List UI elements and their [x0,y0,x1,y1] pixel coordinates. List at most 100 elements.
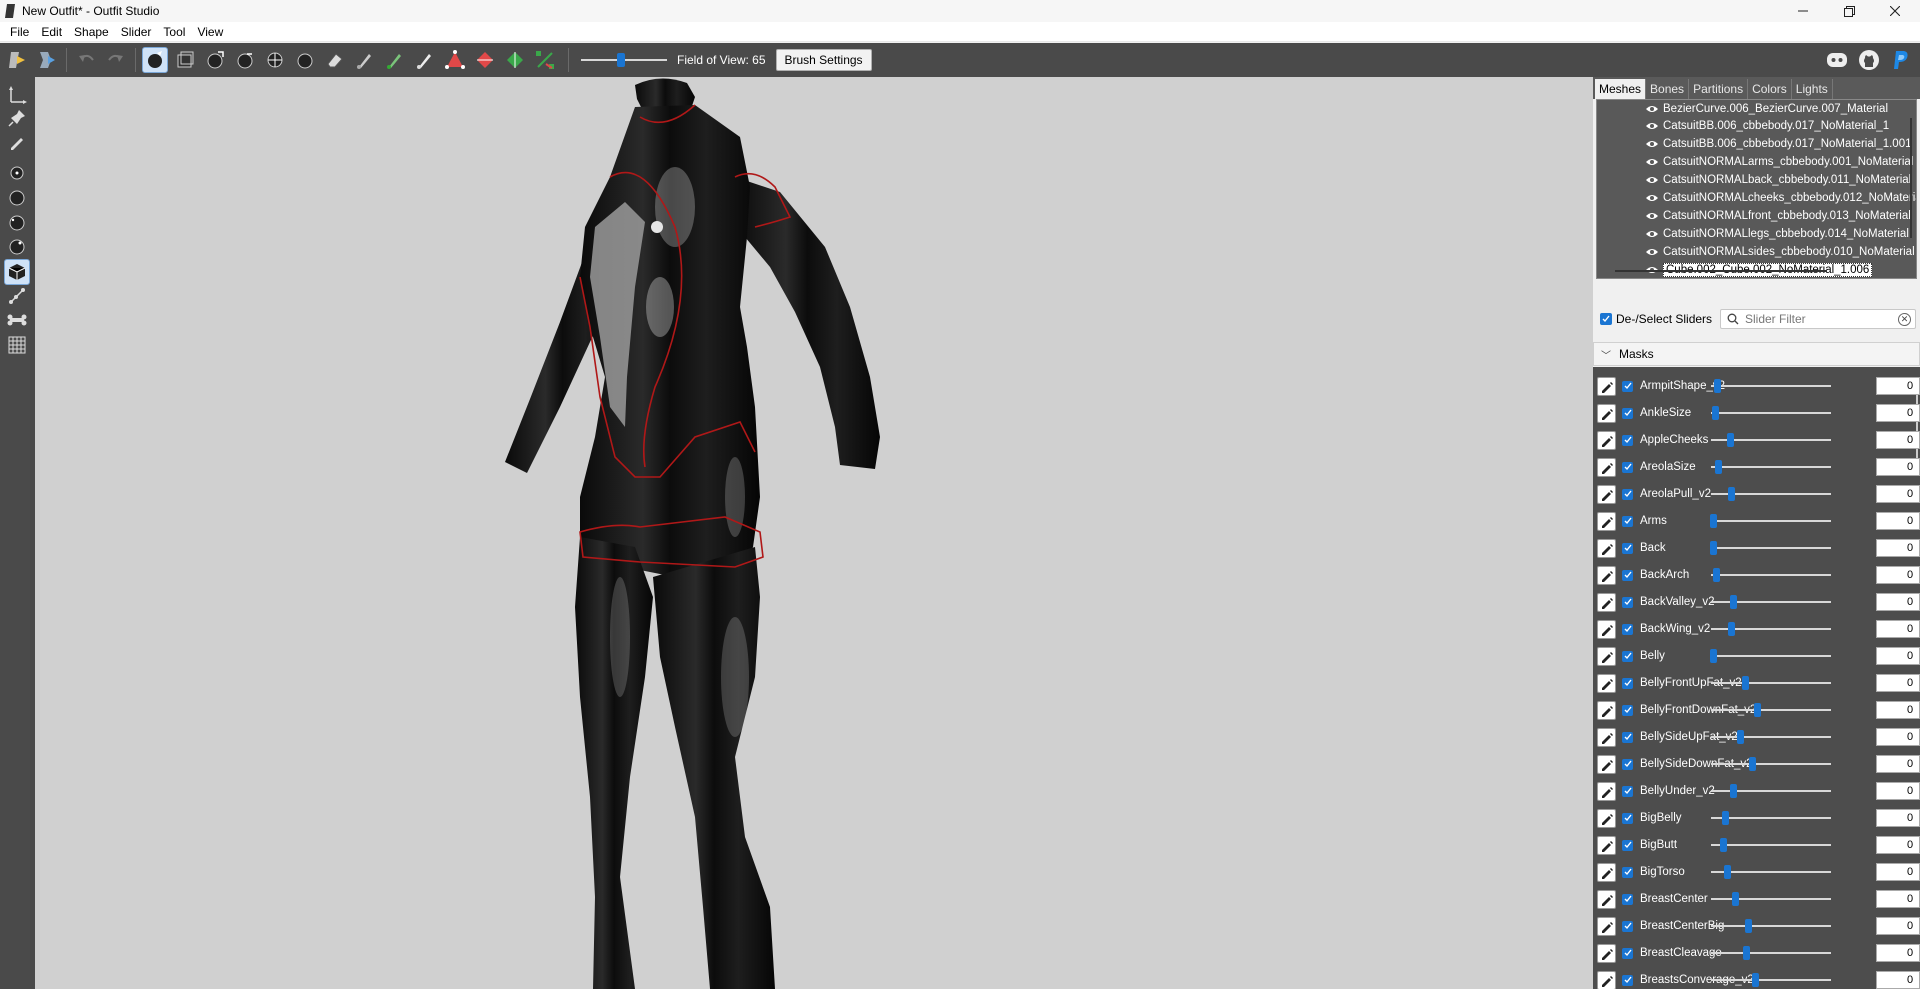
color-brush-button[interactable] [382,47,408,73]
slider-thumb[interactable] [1710,541,1718,555]
move-vertex-button[interactable] [532,47,558,73]
smooth-brush-button[interactable] [292,47,318,73]
mesh-item[interactable]: CatsuitNORMALarms_cbbebody.001_NoMateria… [1645,153,1913,170]
deselect-checkbox[interactable] [1600,313,1612,325]
weight-tool-button[interactable] [4,307,30,333]
slider-track[interactable] [1711,709,1831,711]
slider-thumb[interactable] [1729,595,1737,609]
slider-edit-button[interactable] [1597,916,1616,936]
slider-thumb[interactable] [1723,865,1731,879]
slider-thumb[interactable] [1710,649,1718,663]
show-points-button[interactable] [4,160,30,186]
load-outfit-button[interactable] [34,47,60,73]
eye-icon[interactable] [1645,155,1659,169]
slider-thumb[interactable] [1711,406,1719,420]
slider-track[interactable] [1711,466,1831,468]
slider-value-field[interactable]: 0 [1876,620,1920,638]
slider-edit-button[interactable] [1597,835,1616,855]
slider-value-field[interactable]: 0 [1876,512,1920,530]
slider-checkbox[interactable] [1622,569,1633,581]
slider-checkbox[interactable] [1622,974,1633,986]
inflate-brush-button[interactable] [202,47,228,73]
eye-icon[interactable] [1645,209,1659,223]
paypal-button[interactable] [1888,47,1914,73]
slider-thumb[interactable] [1728,487,1736,501]
tab-partitions[interactable]: Partitions [1689,79,1749,99]
deflate-brush-button[interactable] [232,47,258,73]
eye-icon[interactable] [1645,102,1659,116]
slider-edit-button[interactable] [1597,943,1616,963]
slider-value-field[interactable]: 0 [1876,863,1920,881]
slider-value-field[interactable]: 0 [1876,593,1920,611]
slider-track[interactable] [1711,844,1831,846]
slider-track[interactable] [1711,952,1831,954]
slider-thumb[interactable] [1748,757,1756,771]
menu-tool[interactable]: Tool [157,25,191,39]
mesh-item[interactable]: CatsuitNORMALback_cbbebody.011_NoMateria… [1645,171,1911,188]
slider-track[interactable] [1711,655,1831,657]
slider-thumb[interactable] [1715,460,1723,474]
slider-thumb[interactable] [1745,919,1753,933]
slider-edit-button[interactable] [1597,538,1616,558]
slider-value-field[interactable]: 0 [1876,944,1920,962]
slider-track[interactable] [1711,547,1831,549]
slider-value-field[interactable]: 0 [1876,566,1920,584]
slider-checkbox[interactable] [1622,893,1633,905]
slider-thumb[interactable] [1727,433,1735,447]
weight-brush-button[interactable] [352,47,378,73]
discord-button[interactable] [1824,47,1850,73]
slider-value-field[interactable]: 0 [1876,647,1920,665]
slider-thumb[interactable] [1728,622,1736,636]
mesh-item[interactable]: CatsuitBB.006_cbbebody.017_NoMaterial_1.… [1645,135,1912,152]
masks-header[interactable]: ﹀ Masks [1593,342,1920,366]
slider-edit-button[interactable] [1597,565,1616,585]
slider-edit-button[interactable] [1597,754,1616,774]
mesh-list-hscrollbar[interactable] [1615,270,1827,272]
move-brush-button[interactable] [262,47,288,73]
wireframe-toggle-button[interactable] [4,185,30,211]
fov-slider[interactable] [581,50,667,70]
slider-thumb[interactable] [1720,838,1727,852]
slider-value-field[interactable]: 0 [1876,485,1920,503]
eye-icon[interactable] [1645,191,1659,205]
github-button[interactable] [1856,47,1882,73]
deselect-sliders-toggle[interactable]: De-/Select Sliders [1600,312,1712,326]
slider-edit-button[interactable] [1597,484,1616,504]
slider-thumb[interactable] [1736,730,1744,744]
slider-thumb[interactable] [1722,811,1730,825]
slider-checkbox[interactable] [1622,650,1633,662]
slider-edit-button[interactable] [1597,781,1616,801]
tab-meshes[interactable]: Meshes [1595,79,1647,99]
mesh-item[interactable]: CatsuitNORMALlegs_cbbebody.014_NoMateria… [1645,225,1909,242]
slider-checkbox[interactable] [1622,731,1633,743]
bones-tool-button[interactable] [4,283,30,309]
eye-icon[interactable] [1645,245,1659,259]
slider-value-field[interactable]: 0 [1876,971,1920,989]
mesh-list[interactable]: BezierCurve.006_BezierCurve.007_Material… [1596,99,1917,279]
slider-edit-button[interactable] [1597,673,1616,693]
mesh-item[interactable]: CatsuitBB.006_cbbebody.017_NoMaterial_1 [1645,117,1889,134]
slider-thumb[interactable] [1742,946,1750,960]
slider-checkbox[interactable] [1622,677,1633,689]
slider-value-field[interactable]: 0 [1876,836,1920,854]
mesh-item[interactable]: CatsuitNORMALcheeks_cbbebody.012_NoMater… [1645,189,1916,206]
slider-edit-button[interactable] [1597,592,1616,612]
slider-track[interactable] [1711,574,1831,576]
slider-track[interactable] [1711,925,1831,927]
slider-edit-button[interactable] [1597,376,1616,396]
slider-value-field[interactable]: 0 [1876,917,1920,935]
split-edge-button[interactable] [502,47,528,73]
slider-edit-button[interactable] [1597,700,1616,720]
3d-viewport[interactable] [35,77,1593,989]
slider-checkbox[interactable] [1622,704,1633,716]
slider-edit-button[interactable] [1597,430,1616,450]
slider-value-field[interactable]: 0 [1876,728,1920,746]
eye-icon[interactable] [1645,227,1659,241]
slider-value-field[interactable]: 0 [1876,377,1920,395]
transform-tool-button[interactable] [4,81,30,107]
menu-edit[interactable]: Edit [35,25,68,39]
slider-track[interactable] [1711,682,1831,684]
menu-shape[interactable]: Shape [68,25,115,39]
slider-track[interactable] [1711,412,1831,414]
slider-track[interactable] [1711,763,1831,765]
